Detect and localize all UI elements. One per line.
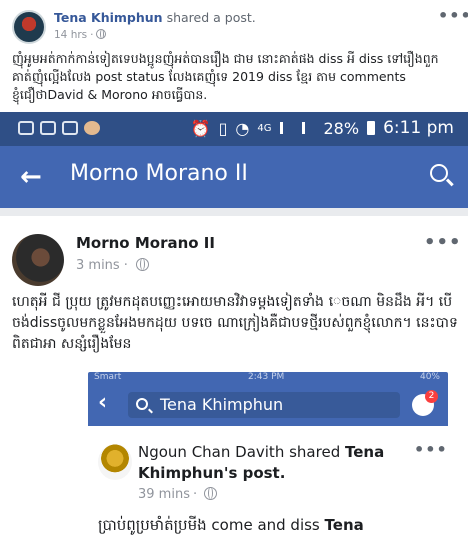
- search-icon[interactable]: [430, 164, 448, 182]
- nested-post-text: ប្រាប់ពូប្រមាំត់ប្រមីង come and diss Ten…: [98, 516, 364, 538]
- post-timestamp[interactable]: 39 mins: [138, 487, 190, 502]
- back-chevron-icon[interactable]: ‹: [98, 390, 107, 415]
- signal-icon-2: [301, 122, 316, 134]
- nested-post-author-line: Ngoun Chan Davith shared Tena Khimphun's…: [138, 442, 408, 484]
- nested-text-mid: come and diss: [211, 516, 320, 534]
- status-time: 6:11 pm: [383, 118, 454, 138]
- network-type: 4G: [257, 122, 272, 134]
- message-icon: [18, 121, 34, 135]
- status-bar: ⏰ ▯ ◔ 4G 28% 6:11 pm: [0, 112, 468, 146]
- search-query: Tena Khimphun: [160, 395, 284, 414]
- avatar[interactable]: [12, 234, 64, 286]
- meta-separator: ·: [192, 487, 198, 502]
- battery-icon: [367, 121, 376, 135]
- inner-post-author[interactable]: Morno Morano II: [76, 234, 215, 252]
- meta-separator: ·: [90, 29, 94, 41]
- image-icon: [62, 121, 78, 135]
- post-timestamp[interactable]: 3 mins: [76, 258, 120, 273]
- app-bar: ← Morno Morano II: [0, 146, 468, 208]
- more-options-icon[interactable]: •••: [438, 6, 468, 25]
- nested-text-prefix: ប្រាប់ពូប្រមាំត់ប្រមីង: [98, 516, 207, 534]
- profile-title: Morno Morano II: [70, 161, 248, 186]
- outer-post-meta: 14 hrs ·: [54, 29, 107, 41]
- avatar[interactable]: [98, 444, 132, 480]
- outer-post-text: ញុំអូមអត់កាក់កាន់ទៀតទេបងប្អូនញុំអត់បានរឿ…: [12, 51, 439, 102]
- nested-screenshot: Smart 2:43 PM 40% ‹ Tena Khimphun 2 Ngou…: [88, 372, 448, 552]
- nested-app-bar: ‹ Tena Khimphun 2: [88, 382, 448, 426]
- more-options-icon[interactable]: •••: [424, 232, 462, 253]
- globe-icon: [96, 29, 107, 39]
- wifi-icon: ◔: [235, 118, 250, 138]
- nested-author-name[interactable]: Ngoun Chan Davith: [138, 443, 284, 461]
- status-notification-icons: [18, 121, 100, 135]
- post-action-text: shared a post.: [166, 10, 256, 25]
- signal-icon: [279, 122, 294, 134]
- alarm-icon: ⏰: [190, 118, 211, 138]
- profile-notification-icon: [84, 121, 100, 135]
- globe-icon: [204, 487, 218, 500]
- avatar[interactable]: [12, 10, 46, 44]
- search-bar[interactable]: Tena Khimphun: [128, 392, 400, 418]
- mail-icon: [40, 121, 56, 135]
- post-timestamp[interactable]: 14 hrs: [54, 29, 87, 41]
- status-right-group: ⏰ ▯ ◔ 4G 28% 6:11 pm: [191, 118, 454, 138]
- more-options-icon[interactable]: •••: [414, 440, 448, 459]
- outer-post-author-line: Tena Khimphun shared a post.: [54, 10, 256, 25]
- back-arrow-icon[interactable]: ←: [20, 162, 42, 192]
- vibrate-icon: ▯: [218, 118, 228, 138]
- author-name-link[interactable]: Tena Khimphun: [54, 10, 163, 25]
- nested-action-text: shared: [289, 443, 341, 461]
- notification-badge: 2: [425, 390, 438, 403]
- nested-text-bold: Tena: [324, 516, 364, 534]
- nested-status-time: 2:43 PM: [248, 372, 285, 382]
- inner-post-meta: 3 mins ·: [76, 258, 149, 273]
- inner-post-text: ហេតុអី ជី ប្រុយ ត្រូវមកដុតបញ្ញេះអោយមានវិ…: [12, 294, 458, 352]
- carrier-label: Smart: [94, 372, 122, 382]
- nested-battery: 40%: [419, 372, 440, 382]
- battery-percentage: 28%: [323, 118, 360, 138]
- globe-icon: [135, 258, 149, 271]
- outer-post-header: Tena Khimphun shared a post. 14 hrs· •••: [0, 0, 468, 48]
- search-icon: [136, 398, 148, 410]
- nested-status-bar: Smart 2:43 PM 40%: [88, 372, 448, 382]
- nested-post-meta: 39 mins ·: [138, 487, 218, 502]
- meta-separator: ·: [123, 258, 128, 273]
